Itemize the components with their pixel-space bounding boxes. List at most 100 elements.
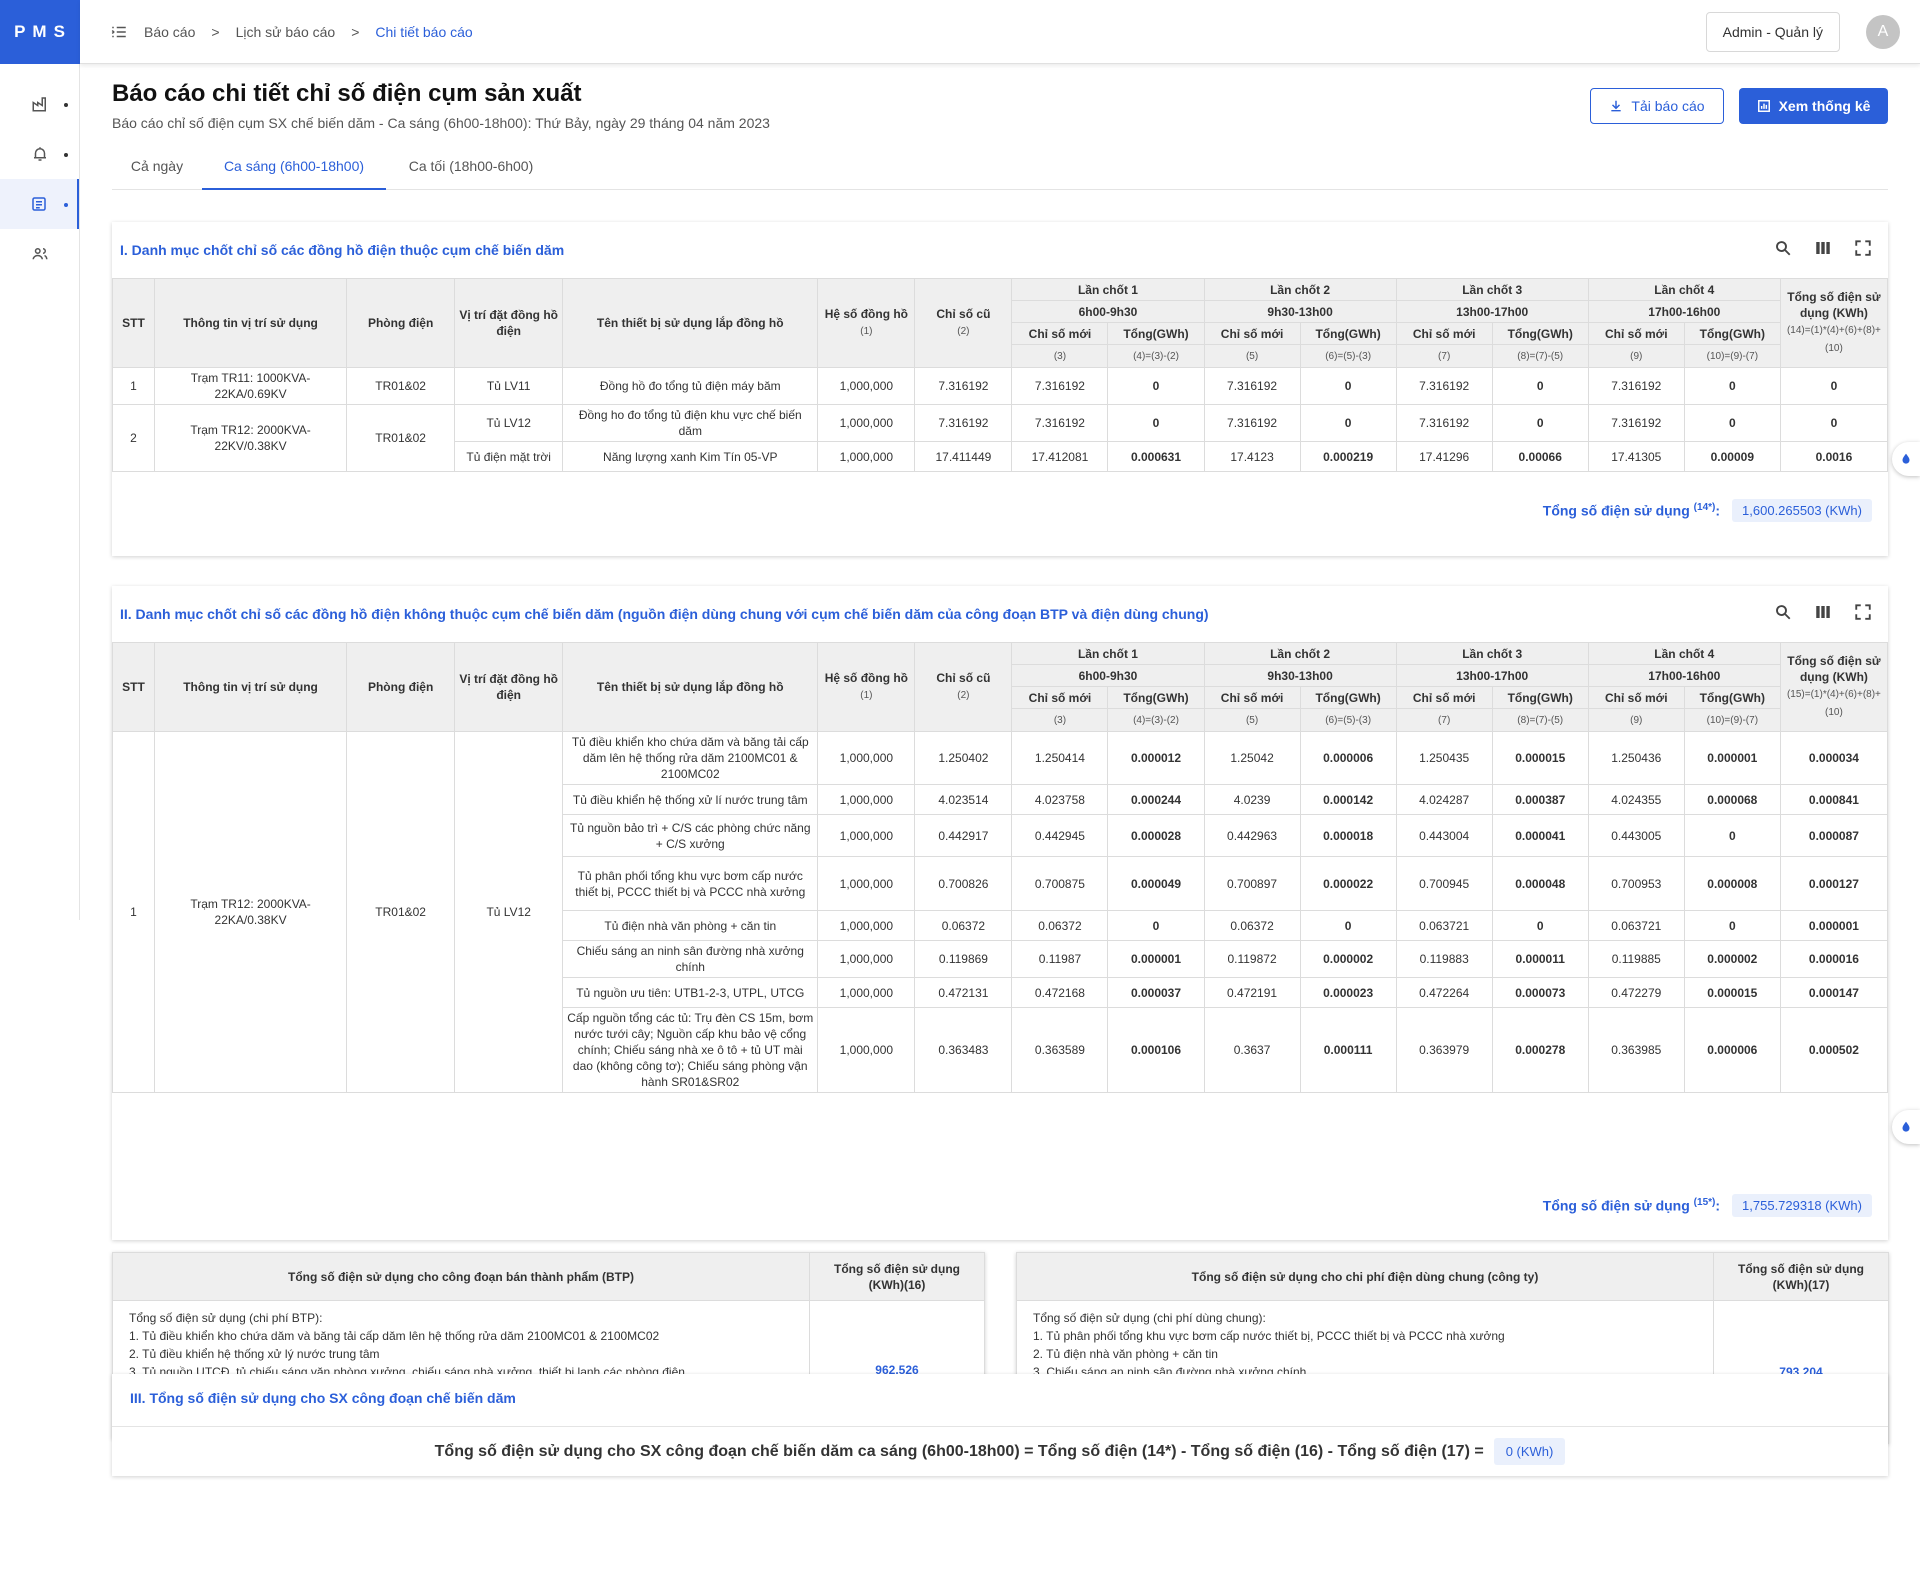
col-header-new-index: Chỉ số mới: [1395, 322, 1493, 345]
table-tools: [1774, 239, 1872, 257]
cell-new-index: 1.250435: [1395, 731, 1493, 785]
view-statistics-button[interactable]: Xem thống kê: [1739, 88, 1888, 124]
cell-shift-sum: 0: [1491, 910, 1589, 941]
columns-icon[interactable]: [1814, 603, 1832, 621]
cell-location: Trạm TR11: 1000KVA-22KA/0.69KV: [154, 367, 348, 405]
sidebar-item-factory[interactable]: [0, 79, 79, 129]
fullscreen-icon[interactable]: [1854, 239, 1872, 257]
col-header-shift-2: Lần chốt 2: [1203, 278, 1397, 301]
cell-new-index: 0.443005: [1587, 814, 1685, 857]
breadcrumb-report-history[interactable]: Lịch sử báo cáo: [236, 24, 336, 40]
common-line: 1. Tủ phân phối tổng khu vực bơm cấp nướ…: [1033, 1329, 1505, 1343]
cell-shift-sum: 0.000015: [1491, 731, 1589, 785]
col-header-new-index: Chỉ số mới: [1203, 322, 1301, 345]
cell-shift-sum: 0.000001: [1683, 731, 1781, 785]
cell-shift-sum: 0.000028: [1107, 814, 1205, 857]
cell-room: TR01&02: [346, 367, 456, 405]
cell-shift-sum: 0: [1683, 910, 1781, 941]
col-header-sum: Tổng(GWh): [1299, 322, 1397, 345]
download-report-button[interactable]: Tải báo cáo: [1590, 88, 1724, 124]
sidebar-item-report[interactable]: [0, 179, 79, 229]
cell-old-index: 0.472131: [914, 977, 1013, 1008]
col-header-coefficient: Hệ số đồng hồ (1): [817, 278, 916, 368]
cell-new-index: 0.119872: [1203, 940, 1301, 978]
menu-collapse-icon[interactable]: [110, 23, 128, 41]
btp-line: 1. Tủ điều khiển kho chứa dăm và băng tả…: [129, 1329, 660, 1343]
cell-new-index: 0.700897: [1203, 856, 1301, 911]
cell-new-index: 0.363979: [1395, 1007, 1493, 1093]
cell-device: Tủ nguồn ưu tiên: UTB1-2-3, UTPL, UTCG: [562, 977, 819, 1008]
cell-device: Năng lượng xanh Kim Tín 05-VP: [562, 441, 819, 472]
cell-room: TR01&02: [346, 731, 456, 1093]
cell-new-index: 0.06372: [1011, 910, 1109, 941]
cell-stt: 1: [111, 731, 156, 1093]
cell-stt: 2: [111, 404, 156, 472]
cell-old-index: 0.06372: [914, 910, 1013, 941]
breadcrumb-report-detail: Chi tiết báo cáo: [375, 23, 473, 40]
cell-shift-sum: 0.000011: [1491, 940, 1589, 978]
cell-new-index: 7.316192: [1395, 367, 1493, 405]
tab-morning-shift[interactable]: Ca sáng (6h00-18h00): [202, 148, 386, 190]
col-header-formula: (8)=(7)-(5): [1491, 344, 1589, 368]
cell-shift-sum: 0.000023: [1299, 977, 1397, 1008]
col-header-new-index: Chỉ số mới: [1011, 322, 1109, 345]
col-header-location: Thông tin vị trí sử dụng: [154, 278, 348, 368]
cell-device: Đồng ho đo tổng tủ điện khu vực chế biến…: [562, 404, 819, 442]
search-icon[interactable]: [1774, 239, 1792, 257]
floating-action-button[interactable]: [1892, 442, 1920, 476]
cell-new-index: 4.023758: [1011, 784, 1109, 815]
user-role-button[interactable]: Admin - Quản lý: [1705, 12, 1840, 52]
cell-shift-sum: 0.000006: [1299, 731, 1397, 785]
sidebar-expand-dot: [64, 203, 68, 207]
section-1-title: I. Danh mục chốt chỉ số các đồng hồ điện…: [120, 242, 565, 258]
cell-shift-sum: 0.000037: [1107, 977, 1205, 1008]
cell-new-index: 0.472168: [1011, 977, 1109, 1008]
common-line: Tổng số điện sử dụng (chi phí dùng chung…: [1033, 1311, 1266, 1325]
col-header-formula: (10)=(9)-(7): [1683, 708, 1781, 732]
download-icon: [1611, 100, 1622, 112]
cell-new-index: 0.442945: [1011, 814, 1109, 857]
section-3-card: III. Tổng số điện sử dụng cho SX công đo…: [112, 1374, 1888, 1476]
tab-night-shift[interactable]: Ca tối (18h00-6h00): [390, 148, 552, 190]
app-logo[interactable]: PMS: [0, 0, 80, 64]
floating-action-button[interactable]: [1892, 1110, 1920, 1144]
sidebar-item-users[interactable]: [0, 229, 79, 279]
col-header-sum: Tổng(GWh): [1299, 686, 1397, 709]
cell-stt: 1: [111, 367, 156, 405]
search-icon[interactable]: [1774, 603, 1792, 621]
cell-coefficient: 1,000,000: [817, 367, 916, 405]
cell-shift-sum: 0.000002: [1683, 940, 1781, 978]
cell-device: Tủ điều khiển kho chứa dăm và băng tải c…: [562, 731, 819, 785]
download-report-label: Tải báo cáo: [1631, 98, 1705, 114]
avatar[interactable]: A: [1866, 15, 1900, 49]
sidebar-item-alarm[interactable]: [0, 129, 79, 179]
cell-shift-sum: 0.000001: [1107, 940, 1205, 978]
col-header-formula: (9): [1587, 344, 1685, 368]
col-header-formula: (8)=(7)-(5): [1491, 708, 1589, 732]
cell-new-index: 4.024287: [1395, 784, 1493, 815]
cell-coefficient: 1,000,000: [817, 856, 916, 911]
section-1-total: Tổng số điện sử dụng (14*): 1,600.265503…: [1543, 499, 1872, 522]
cell-shift-sum: 0: [1107, 404, 1205, 442]
cell-device: Chiếu sáng an ninh sân đường nhà xưởng c…: [562, 940, 819, 978]
fullscreen-icon[interactable]: [1854, 603, 1872, 621]
breadcrumb-reports[interactable]: Báo cáo: [144, 24, 195, 40]
cell-location: Trạm TR12: 2000KVA-22KA/0.38KV: [154, 731, 348, 1093]
cell-total: 0.000034: [1779, 731, 1889, 785]
alarm-icon: [33, 147, 46, 161]
cell-new-index: 0.700875: [1011, 856, 1109, 911]
cell-coefficient: 1,000,000: [817, 441, 916, 472]
cell-position: Tủ LV12: [454, 404, 564, 442]
col-header-sum: Tổng(GWh): [1107, 322, 1205, 345]
tab-full-day[interactable]: Cả ngày: [112, 148, 202, 190]
cell-shift-sum: 0.00009: [1683, 441, 1781, 472]
cell-new-index: 0.472191: [1203, 977, 1301, 1008]
page-subtitle: Báo cáo chỉ số điện cụm SX chế biến dăm …: [112, 115, 770, 131]
users-icon: [32, 248, 47, 260]
sidebar-expand-dot: [64, 153, 68, 157]
btp-value-header: Tổng số điện sử dụng (KWh)(16): [809, 1252, 985, 1301]
cell-shift-sum: 0.000048: [1491, 856, 1589, 911]
cell-old-index: 1.250402: [914, 731, 1013, 785]
columns-icon[interactable]: [1814, 239, 1832, 257]
cell-device: Đồng hồ đo tổng tủ điện máy băm: [562, 367, 819, 405]
